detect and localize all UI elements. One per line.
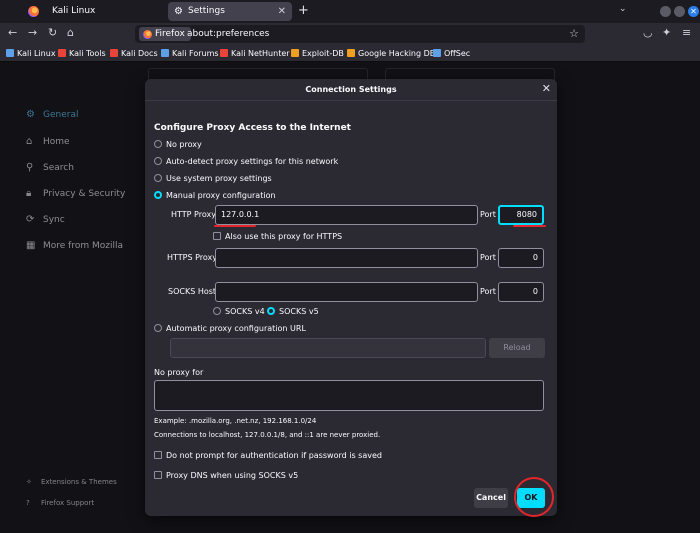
maximize-button[interactable] (674, 6, 685, 17)
reload-icon[interactable]: ↻ (48, 26, 57, 39)
close-window-button[interactable]: ✕ (688, 6, 699, 17)
close-icon[interactable]: ✕ (542, 82, 551, 95)
tab-label: Kali Linux (52, 6, 96, 16)
kali-forums-icon (161, 49, 169, 57)
navigation-toolbar: ← → ↻ ⌂ Firefox about:preferences ☆ ◡ ✦ … (0, 23, 700, 45)
close-tab-icon[interactable]: ✕ (278, 2, 286, 21)
radio-manual-proxy[interactable]: Manual proxy configuration (154, 191, 276, 200)
no-prompt-auth-checkbox[interactable]: Do not prompt for authentication if pass… (154, 451, 382, 460)
radio-socks-v5[interactable]: SOCKS v5 (267, 307, 319, 316)
checkbox-box (154, 451, 162, 459)
firefox-icon (143, 30, 152, 39)
no-proxy-for-label: No proxy for (154, 368, 204, 377)
also-https-checkbox[interactable]: Also use this proxy for HTTPS (213, 232, 342, 241)
section-heading: Configure Proxy Access to the Internet (154, 123, 351, 133)
exploit-db-icon (291, 49, 299, 57)
radio-indicator (154, 174, 162, 182)
bookmark-item[interactable]: Kali Forums (161, 47, 219, 60)
pocket-icon[interactable]: ◡ (643, 26, 653, 39)
no-proxy-for-textarea[interactable] (154, 380, 544, 411)
radio-indicator (267, 307, 275, 315)
bookmark-item[interactable]: OffSec (433, 47, 470, 60)
http-port-input[interactable]: 8080 (498, 205, 544, 225)
cancel-button[interactable]: Cancel (474, 488, 508, 508)
radio-auto-detect[interactable]: Auto-detect proxy settings for this netw… (154, 157, 338, 166)
checkbox-box (213, 232, 221, 240)
socks-host-label: SOCKS Host (168, 287, 217, 296)
reload-button[interactable]: Reload (489, 338, 545, 358)
checkbox-box (154, 471, 162, 479)
https-port-input[interactable]: 0 (498, 248, 544, 268)
extensions-icon[interactable]: ✦ (662, 26, 671, 39)
bookmark-item[interactable]: Exploit-DB (291, 47, 344, 60)
http-port-label: Port (480, 210, 496, 219)
annotation-circle-ok (514, 477, 554, 517)
home-icon[interactable]: ⌂ (67, 26, 74, 39)
connection-settings-dialog: Connection Settings ✕ Configure Proxy Ac… (145, 79, 557, 516)
radio-indicator (154, 324, 162, 332)
radio-indicator (213, 307, 221, 315)
socks-host-input[interactable] (215, 282, 478, 302)
bookmark-star-icon[interactable]: ☆ (569, 27, 579, 40)
divider (145, 100, 557, 101)
radio-indicator (154, 140, 162, 148)
radio-system-proxy[interactable]: Use system proxy settings (154, 174, 272, 183)
identity-label: Firefox (155, 29, 185, 39)
kali-icon (6, 49, 14, 57)
identity-box[interactable]: Firefox (139, 27, 191, 41)
offsec-icon (433, 49, 441, 57)
example-hint: Example: .mozilla.org, .net.nz, 192.168.… (154, 417, 317, 425)
tab-strip: Kali Linux ⚙ Settings ✕ + ⌄ ✕ (0, 0, 700, 23)
back-arrow-icon[interactable]: ← (8, 26, 17, 39)
bookmark-item[interactable]: Kali Tools (58, 47, 106, 60)
dialog-title: Connection Settings (305, 85, 397, 94)
radio-auto-config-url[interactable]: Automatic proxy configuration URL (154, 324, 306, 333)
radio-indicator (154, 191, 162, 199)
socks-port-input[interactable]: 0 (498, 282, 544, 302)
localhost-hint: Connections to localhost, 127.0.0.1/8, a… (154, 431, 381, 439)
radio-indicator (154, 157, 162, 165)
http-proxy-input[interactable]: 127.0.0.1 (215, 205, 478, 225)
tab-kali-linux[interactable]: Kali Linux (44, 2, 162, 21)
url-bar[interactable]: Firefox about:preferences ☆ (135, 25, 585, 43)
tab-settings[interactable]: ⚙ Settings ✕ (168, 2, 292, 21)
url-text[interactable]: about:preferences (187, 25, 269, 43)
kali-docs-icon (110, 49, 118, 57)
socks-port-label: Port (480, 287, 496, 296)
https-port-label: Port (480, 253, 496, 262)
annotation-underline-port (513, 225, 546, 227)
menu-icon[interactable]: ≡ (682, 26, 691, 39)
nethunter-icon (220, 49, 228, 57)
annotation-underline-proxy (214, 225, 256, 227)
firefox-icon (28, 6, 39, 17)
https-proxy-label: HTTPS Proxy (167, 253, 218, 262)
http-proxy-label: HTTP Proxy (171, 210, 216, 219)
proxy-dns-checkbox[interactable]: Proxy DNS when using SOCKS v5 (154, 471, 298, 480)
radio-socks-v4[interactable]: SOCKS v4 (213, 307, 265, 316)
minimize-button[interactable] (660, 6, 671, 17)
https-proxy-input[interactable] (215, 248, 478, 268)
tab-label: Settings (188, 6, 225, 16)
ghdb-icon (347, 49, 355, 57)
gear-icon: ⚙ (174, 6, 183, 17)
bookmark-item[interactable]: Kali Docs (110, 47, 158, 60)
bookmark-item[interactable]: Kali Linux (6, 47, 56, 60)
kali-tools-icon (58, 49, 66, 57)
new-tab-button[interactable]: + (298, 3, 309, 18)
bookmark-item[interactable]: Kali NetHunter (220, 47, 290, 60)
bookmark-item[interactable]: Google Hacking DB (347, 47, 435, 60)
radio-no-proxy[interactable]: No proxy (154, 140, 202, 149)
forward-arrow-icon[interactable]: → (28, 26, 37, 39)
list-tabs-chevron-icon[interactable]: ⌄ (619, 4, 627, 14)
bookmarks-toolbar: Kali Linux Kali Tools Kali Docs Kali For… (0, 45, 700, 62)
auto-config-url-input[interactable] (170, 338, 486, 358)
